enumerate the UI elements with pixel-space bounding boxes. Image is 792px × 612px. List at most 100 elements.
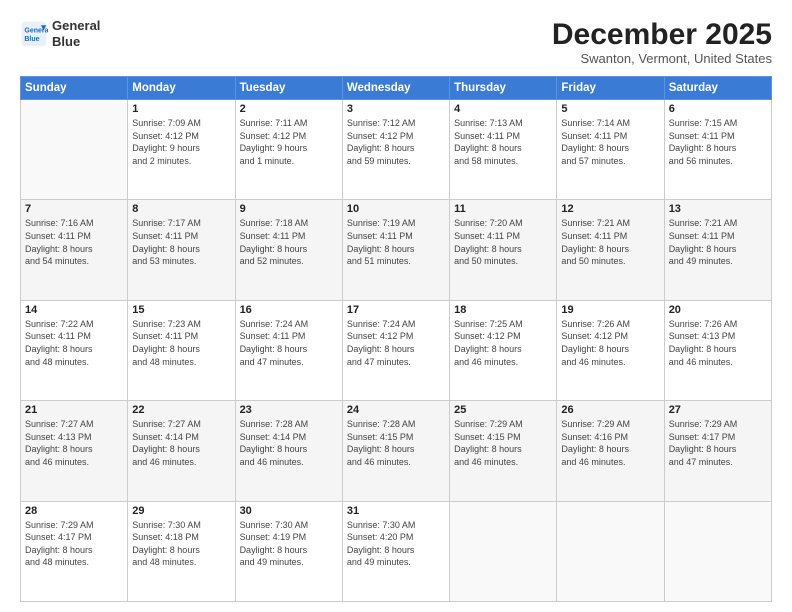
day-number: 17: [347, 304, 445, 316]
day-info: Sunrise: 7:21 AM Sunset: 4:11 PM Dayligh…: [561, 217, 659, 267]
subtitle: Swanton, Vermont, United States: [552, 51, 772, 66]
day-info: Sunrise: 7:21 AM Sunset: 4:11 PM Dayligh…: [669, 217, 767, 267]
day-info: Sunrise: 7:12 AM Sunset: 4:12 PM Dayligh…: [347, 117, 445, 167]
day-number: 30: [240, 505, 338, 517]
day-info: Sunrise: 7:27 AM Sunset: 4:13 PM Dayligh…: [25, 418, 123, 468]
calendar-day-cell: 10 Sunrise: 7:19 AM Sunset: 4:11 PM Dayli…: [342, 200, 449, 300]
calendar-day-cell: [557, 501, 664, 601]
calendar-day-cell: 19 Sunrise: 7:26 AM Sunset: 4:12 PM Dayli…: [557, 300, 664, 400]
day-info: Sunrise: 7:28 AM Sunset: 4:15 PM Dayligh…: [347, 418, 445, 468]
day-info: Sunrise: 7:26 AM Sunset: 4:13 PM Dayligh…: [669, 318, 767, 368]
day-info: Sunrise: 7:23 AM Sunset: 4:11 PM Dayligh…: [132, 318, 230, 368]
day-number: 9: [240, 203, 338, 215]
day-number: 21: [25, 404, 123, 416]
day-number: 27: [669, 404, 767, 416]
day-number: 26: [561, 404, 659, 416]
calendar-day-cell: [664, 501, 771, 601]
calendar-day-cell: 12 Sunrise: 7:21 AM Sunset: 4:11 PM Dayli…: [557, 200, 664, 300]
day-info: Sunrise: 7:15 AM Sunset: 4:11 PM Dayligh…: [669, 117, 767, 167]
day-number: 13: [669, 203, 767, 215]
day-number: 12: [561, 203, 659, 215]
calendar-day-cell: 25Sunrise: 7:29 AM Sunset: 4:15 PM Dayli…: [450, 401, 557, 501]
logo-text: General Blue: [52, 18, 100, 49]
day-number: 10: [347, 203, 445, 215]
day-number: 28: [25, 505, 123, 517]
day-info: Sunrise: 7:27 AM Sunset: 4:14 PM Dayligh…: [132, 418, 230, 468]
calendar-day-cell: 29Sunrise: 7:30 AM Sunset: 4:18 PM Dayli…: [128, 501, 235, 601]
calendar-day-cell: 6 Sunrise: 7:15 AM Sunset: 4:11 PM Daylig…: [664, 100, 771, 200]
day-number: 1: [132, 103, 230, 115]
calendar-day-cell: 8Sunrise: 7:17 AM Sunset: 4:11 PM Daylig…: [128, 200, 235, 300]
day-info: Sunrise: 7:19 AM Sunset: 4:11 PM Dayligh…: [347, 217, 445, 267]
calendar-day-cell: 16 Sunrise: 7:24 AM Sunset: 4:11 PM Dayli…: [235, 300, 342, 400]
day-info: Sunrise: 7:20 AM Sunset: 4:11 PM Dayligh…: [454, 217, 552, 267]
day-number: 6: [669, 103, 767, 115]
calendar-day-cell: 2 Sunrise: 7:11 AM Sunset: 4:12 PM Daylig…: [235, 100, 342, 200]
day-number: 22: [132, 404, 230, 416]
calendar-header-saturday: Saturday: [664, 77, 771, 100]
calendar-day-cell: 14 Sunrise: 7:22 AM Sunset: 4:11 PM Dayli…: [21, 300, 128, 400]
calendar-day-cell: 3 Sunrise: 7:12 AM Sunset: 4:12 PM Daylig…: [342, 100, 449, 200]
calendar-table: SundayMondayTuesdayWednesdayThursdayFrid…: [20, 76, 772, 602]
calendar-day-cell: 17 Sunrise: 7:24 AM Sunset: 4:12 PM Dayli…: [342, 300, 449, 400]
day-info: Sunrise: 7:28 AM Sunset: 4:14 PM Dayligh…: [240, 418, 338, 468]
calendar-week-row: 7 Sunrise: 7:16 AM Sunset: 4:11 PM Daylig…: [21, 200, 772, 300]
day-info: Sunrise: 7:11 AM Sunset: 4:12 PM Dayligh…: [240, 117, 338, 167]
main-title: December 2025: [552, 18, 772, 51]
calendar-day-cell: 22 Sunrise: 7:27 AM Sunset: 4:14 PM Dayli…: [128, 401, 235, 501]
day-number: 23: [240, 404, 338, 416]
day-info: Sunrise: 7:24 AM Sunset: 4:11 PM Dayligh…: [240, 318, 338, 368]
day-info: Sunrise: 7:29 AM Sunset: 4:16 PM Dayligh…: [561, 418, 659, 468]
day-number: 25: [454, 404, 552, 416]
calendar-day-cell: 27 Sunrise: 7:29 AM Sunset: 4:17 PM Dayli…: [664, 401, 771, 501]
calendar-day-cell: 15Sunrise: 7:23 AM Sunset: 4:11 PM Dayli…: [128, 300, 235, 400]
day-number: 24: [347, 404, 445, 416]
calendar-day-cell: 18Sunrise: 7:25 AM Sunset: 4:12 PM Dayli…: [450, 300, 557, 400]
day-info: Sunrise: 7:09 AM Sunset: 4:12 PM Dayligh…: [132, 117, 230, 167]
calendar-day-cell: 24 Sunrise: 7:28 AM Sunset: 4:15 PM Dayli…: [342, 401, 449, 501]
calendar-day-cell: 1 Sunrise: 7:09 AM Sunset: 4:12 PM Daylig…: [128, 100, 235, 200]
calendar-day-cell: 13 Sunrise: 7:21 AM Sunset: 4:11 PM Dayli…: [664, 200, 771, 300]
day-info: Sunrise: 7:13 AM Sunset: 4:11 PM Dayligh…: [454, 117, 552, 167]
day-number: 2: [240, 103, 338, 115]
day-info: Sunrise: 7:16 AM Sunset: 4:11 PM Dayligh…: [25, 217, 123, 267]
calendar-day-cell: [21, 100, 128, 200]
day-number: 16: [240, 304, 338, 316]
page: General Blue General Blue December 2025 …: [0, 0, 792, 612]
day-info: Sunrise: 7:30 AM Sunset: 4:19 PM Dayligh…: [240, 519, 338, 569]
calendar-header-tuesday: Tuesday: [235, 77, 342, 100]
calendar-day-cell: 30 Sunrise: 7:30 AM Sunset: 4:19 PM Dayli…: [235, 501, 342, 601]
day-info: Sunrise: 7:29 AM Sunset: 4:17 PM Dayligh…: [669, 418, 767, 468]
day-number: 5: [561, 103, 659, 115]
calendar-week-row: 28Sunrise: 7:29 AM Sunset: 4:17 PM Dayli…: [21, 501, 772, 601]
logo-icon: General Blue: [20, 20, 48, 48]
calendar-header-friday: Friday: [557, 77, 664, 100]
calendar-day-cell: 31Sunrise: 7:30 AM Sunset: 4:20 PM Dayli…: [342, 501, 449, 601]
calendar-day-cell: 4Sunrise: 7:13 AM Sunset: 4:11 PM Daylig…: [450, 100, 557, 200]
day-number: 20: [669, 304, 767, 316]
calendar-week-row: 21 Sunrise: 7:27 AM Sunset: 4:13 PM Dayli…: [21, 401, 772, 501]
day-info: Sunrise: 7:14 AM Sunset: 4:11 PM Dayligh…: [561, 117, 659, 167]
day-number: 19: [561, 304, 659, 316]
day-info: Sunrise: 7:30 AM Sunset: 4:18 PM Dayligh…: [132, 519, 230, 569]
logo: General Blue General Blue: [20, 18, 100, 49]
calendar-day-cell: 11 Sunrise: 7:20 AM Sunset: 4:11 PM Dayli…: [450, 200, 557, 300]
calendar-week-row: 14 Sunrise: 7:22 AM Sunset: 4:11 PM Dayli…: [21, 300, 772, 400]
svg-text:Blue: Blue: [24, 36, 39, 43]
day-number: 14: [25, 304, 123, 316]
day-info: Sunrise: 7:24 AM Sunset: 4:12 PM Dayligh…: [347, 318, 445, 368]
calendar-header-monday: Monday: [128, 77, 235, 100]
day-number: 3: [347, 103, 445, 115]
calendar-day-cell: 9Sunrise: 7:18 AM Sunset: 4:11 PM Daylig…: [235, 200, 342, 300]
calendar-day-cell: 20 Sunrise: 7:26 AM Sunset: 4:13 PM Dayli…: [664, 300, 771, 400]
calendar-day-cell: 21 Sunrise: 7:27 AM Sunset: 4:13 PM Dayli…: [21, 401, 128, 501]
calendar-day-cell: 5 Sunrise: 7:14 AM Sunset: 4:11 PM Daylig…: [557, 100, 664, 200]
calendar-day-cell: 28Sunrise: 7:29 AM Sunset: 4:17 PM Dayli…: [21, 501, 128, 601]
title-block: December 2025 Swanton, Vermont, United S…: [552, 18, 772, 66]
day-info: Sunrise: 7:22 AM Sunset: 4:11 PM Dayligh…: [25, 318, 123, 368]
day-number: 7: [25, 203, 123, 215]
day-info: Sunrise: 7:26 AM Sunset: 4:12 PM Dayligh…: [561, 318, 659, 368]
day-number: 11: [454, 203, 552, 215]
calendar-day-cell: 26 Sunrise: 7:29 AM Sunset: 4:16 PM Dayli…: [557, 401, 664, 501]
calendar-week-row: 1 Sunrise: 7:09 AM Sunset: 4:12 PM Daylig…: [21, 100, 772, 200]
